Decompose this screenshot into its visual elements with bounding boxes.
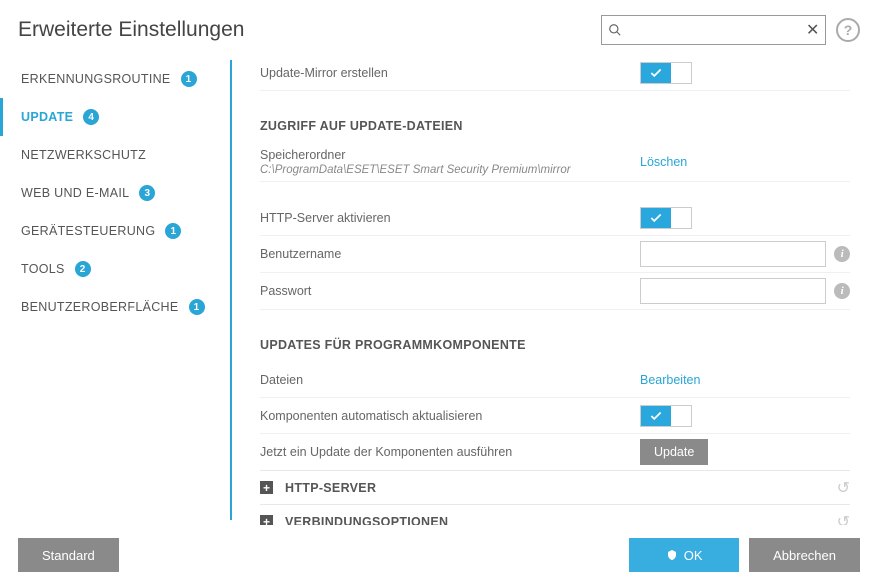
sidebar: ERKENNUNGSROUTINE 1 UPDATE 4 NETZWERKSCHUTZ W… — [0, 55, 230, 525]
help-icon[interactable]: ? — [836, 18, 860, 42]
expand-icon — [260, 481, 273, 494]
sidebar-badge: 3 — [139, 185, 155, 201]
accordion-label: HTTP-SERVER — [285, 481, 825, 495]
username-input[interactable] — [640, 241, 826, 267]
auto-update-label: Komponenten automatisch aktualisieren — [260, 409, 640, 423]
edit-files-link[interactable]: Bearbeiten — [640, 373, 700, 387]
sidebar-item-label: TOOLS — [21, 262, 65, 276]
sidebar-item-gerätesteuerung[interactable]: GERÄTESTEUERUNG 1 — [0, 212, 230, 250]
create-mirror-label: Update-Mirror erstellen — [260, 66, 640, 80]
create-mirror-toggle[interactable] — [640, 62, 692, 84]
delete-storage-link[interactable]: Löschen — [640, 155, 687, 169]
revert-icon[interactable]: ↺ — [837, 478, 850, 498]
sidebar-badge: 1 — [181, 71, 197, 87]
sidebar-item-erkennungsroutine[interactable]: ERKENNUNGSROUTINE 1 — [0, 60, 230, 98]
sidebar-item-label: WEB UND E-MAIL — [21, 186, 129, 200]
info-icon[interactable]: i — [834, 246, 850, 262]
clear-search-icon[interactable]: ✕ — [806, 20, 819, 40]
revert-icon[interactable]: ↺ — [837, 512, 850, 526]
sidebar-badge: 1 — [165, 223, 181, 239]
password-input[interactable] — [640, 278, 826, 304]
sidebar-item-label: UPDATE — [21, 110, 73, 124]
shield-icon — [666, 549, 678, 561]
sidebar-item-label: ERKENNUNGSROUTINE — [21, 72, 171, 86]
sidebar-item-netzwerkschutz[interactable]: NETZWERKSCHUTZ — [0, 136, 230, 174]
sidebar-item-label: NETZWERKSCHUTZ — [21, 148, 146, 162]
section-components-title: UPDATES FÜR PROGRAMMKOMPONENTE — [260, 310, 850, 362]
http-server-enable-toggle[interactable] — [640, 207, 692, 229]
page-title: Erweiterte Einstellungen — [18, 18, 244, 42]
password-label: Passwort — [260, 284, 640, 298]
search-input[interactable] — [622, 23, 806, 38]
section-access-title: ZUGRIFF AUF UPDATE-DATEIEN — [260, 91, 850, 143]
sidebar-item-web-und-e-mail[interactable]: WEB UND E-MAIL 3 — [0, 174, 230, 212]
search-box[interactable]: ✕ — [601, 15, 826, 45]
sidebar-badge: 4 — [83, 109, 99, 125]
info-icon[interactable]: i — [834, 283, 850, 299]
sidebar-item-tools[interactable]: TOOLS 2 — [0, 250, 230, 288]
default-button[interactable]: Standard — [18, 538, 119, 572]
sidebar-badge: 2 — [75, 261, 91, 277]
sidebar-badge: 1 — [189, 299, 205, 315]
update-now-button[interactable]: Update — [640, 439, 708, 465]
accordion-http-server[interactable]: HTTP-SERVER ↺ — [260, 470, 850, 504]
sidebar-item-label: BENUTZEROBERFLÄCHE — [21, 300, 179, 314]
cancel-button[interactable]: Abbrechen — [749, 538, 860, 572]
storage-folder-path: C:\ProgramData\ESET\ESET Smart Security … — [260, 164, 640, 176]
sidebar-item-label: GERÄTESTEUERUNG — [21, 224, 155, 238]
auto-update-toggle[interactable] — [640, 405, 692, 427]
sidebar-item-update[interactable]: UPDATE 4 — [0, 98, 230, 136]
search-icon — [608, 23, 622, 37]
username-label: Benutzername — [260, 247, 640, 261]
sidebar-item-benutzeroberfläche[interactable]: BENUTZEROBERFLÄCHE 1 — [0, 288, 230, 326]
ok-button[interactable]: OK — [629, 538, 739, 572]
accordion-verbindungsoptionen[interactable]: VERBINDUNGSOPTIONEN ↺ — [260, 504, 850, 525]
accordion-label: VERBINDUNGSOPTIONEN — [285, 515, 825, 526]
update-now-label: Jetzt ein Update der Komponenten ausführ… — [260, 445, 640, 459]
expand-icon — [260, 515, 273, 525]
files-label: Dateien — [260, 373, 640, 387]
storage-folder-label: Speicherordner — [260, 148, 640, 162]
content-panel: Update-Mirror erstellen ZUGRIFF AUF UPDA… — [232, 55, 878, 525]
http-server-enable-label: HTTP-Server aktivieren — [260, 211, 640, 225]
